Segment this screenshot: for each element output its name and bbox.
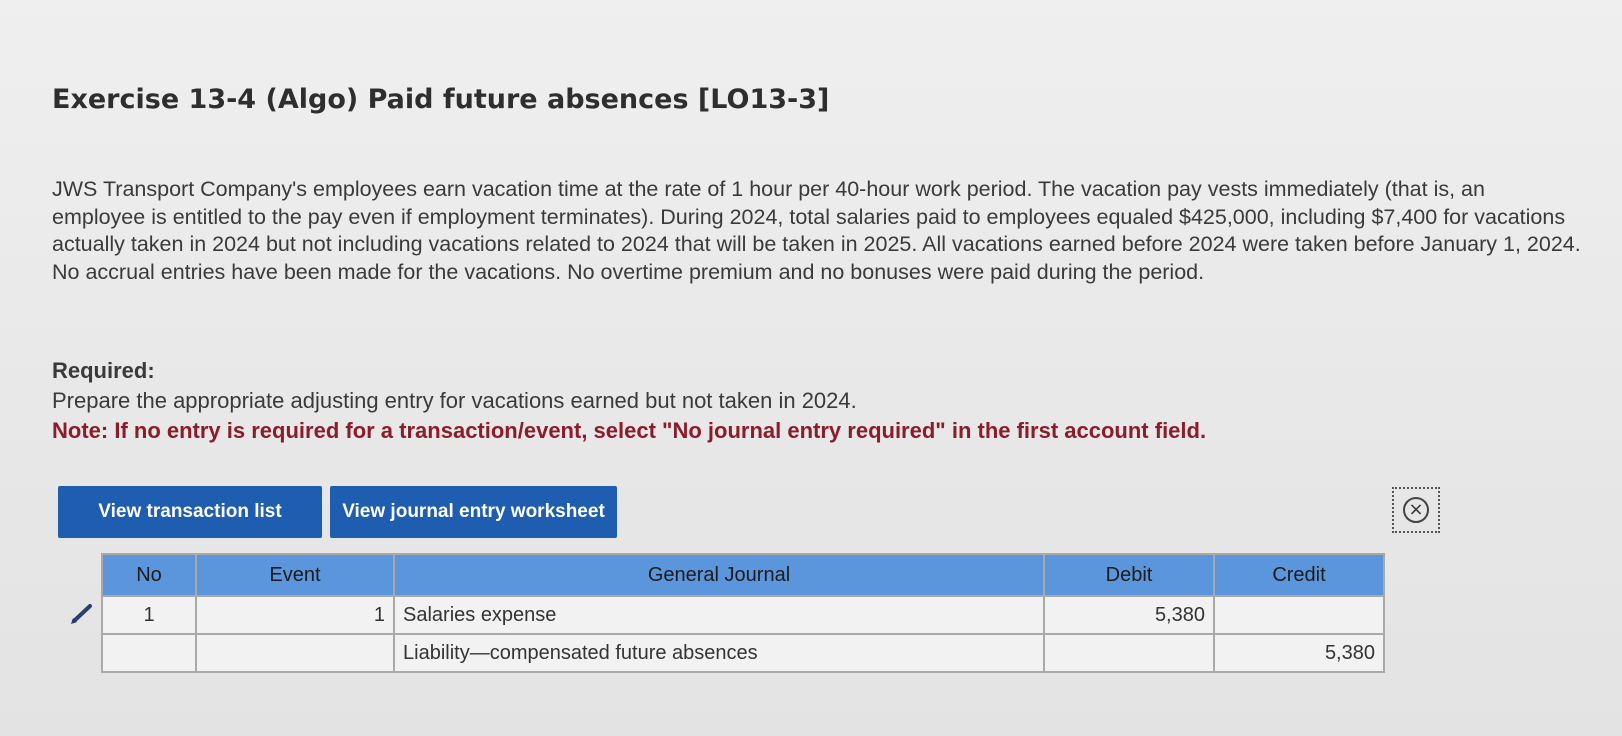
note-text: Note: If no entry is required for a tran… — [52, 418, 1207, 443]
header-no: No — [101, 553, 197, 597]
row-no-cell: 1 — [101, 595, 197, 635]
required-instruction: Prepare the appropriate adjusting entry … — [52, 388, 857, 413]
page-title: Exercise 13-4 (Algo) Paid future absence… — [52, 84, 830, 115]
table-row: 1 1 Salaries expense 5,380 — [101, 595, 1385, 635]
header-general-journal: General Journal — [393, 553, 1045, 597]
credit-cell[interactable]: 5,380 — [1213, 633, 1385, 673]
row-no-cell — [101, 633, 197, 673]
pencil-icon[interactable] — [66, 600, 96, 626]
view-journal-entry-worksheet-button[interactable]: View journal entry worksheet — [330, 486, 617, 538]
table-row: Liability—compensated future absences 5,… — [101, 633, 1385, 673]
header-event: Event — [195, 553, 395, 597]
close-button[interactable]: × — [1392, 487, 1440, 533]
close-circle-icon: × — [1403, 497, 1429, 523]
debit-cell[interactable]: 5,380 — [1043, 595, 1215, 635]
account-cell[interactable]: Salaries expense — [393, 595, 1045, 635]
credit-cell[interactable] — [1213, 595, 1385, 635]
row-event-cell: 1 — [195, 595, 395, 635]
problem-statement: JWS Transport Company's employees earn v… — [52, 177, 1581, 284]
view-transaction-list-button[interactable]: View transaction list — [58, 486, 322, 538]
row-event-cell — [195, 633, 395, 673]
journal-header-row: No Event General Journal Debit Credit — [101, 553, 1385, 597]
required-heading: Required: — [52, 358, 155, 383]
account-cell[interactable]: Liability—compensated future absences — [393, 633, 1045, 673]
header-debit: Debit — [1043, 553, 1215, 597]
header-credit: Credit — [1213, 553, 1385, 597]
journal-table: No Event General Journal Debit Credit 1 … — [101, 553, 1385, 673]
debit-cell[interactable] — [1043, 633, 1215, 673]
required-section: Required: Prepare the appropriate adjust… — [52, 356, 1206, 446]
